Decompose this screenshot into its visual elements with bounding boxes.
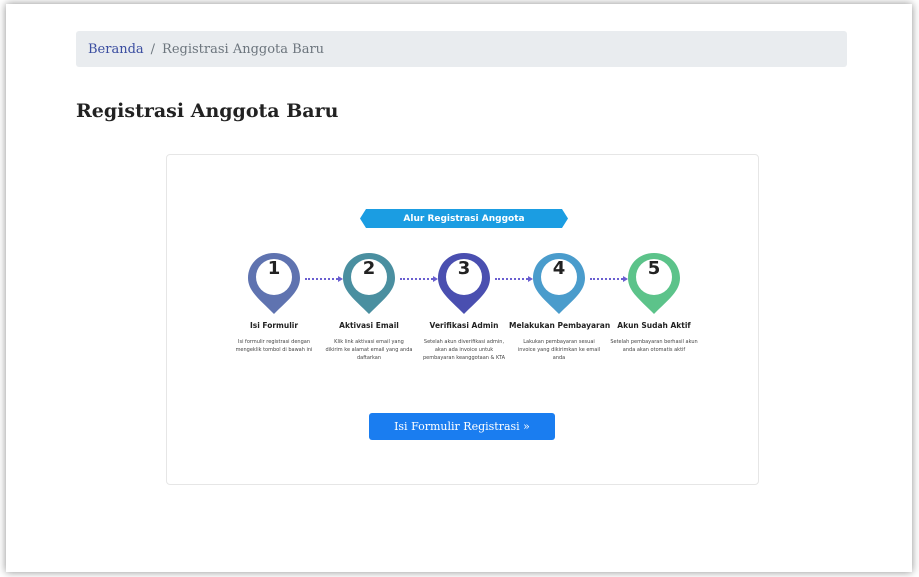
flow-step-5: 5 Akun Sudah Aktif Setelah pembayaran be… (604, 250, 704, 354)
breadcrumb-home-link[interactable]: Beranda (88, 42, 144, 57)
flow-banner: Alur Registrasi Anggota (360, 209, 568, 228)
step-description: Isi formulir registrasi dengan mengeklik… (235, 339, 313, 353)
step-description: Setelah akun diverifikasi admin, akan ad… (422, 339, 505, 361)
step-title: Akun Sudah Aktif (617, 321, 691, 330)
step-description: Lakukan pembayaran sesuai invoice yang d… (517, 339, 601, 361)
step-number: 2 (362, 258, 376, 279)
step-number: 5 (647, 258, 661, 279)
flow-step-3: 3 Verifikasi Admin Setelah akun diverifi… (414, 250, 514, 362)
step-number: 4 (552, 258, 566, 279)
flow-connector-arrow-icon (400, 276, 438, 282)
step-title: Aktivasi Email (339, 321, 399, 330)
map-pin-icon: 3 (435, 250, 493, 316)
step-number: 3 (457, 258, 471, 279)
flow-step-2: 2 Aktivasi Email Klik link aktivasi emai… (319, 250, 419, 362)
fill-registration-form-button[interactable]: Isi Formulir Registrasi » (369, 413, 555, 440)
step-title: Melakukan Pembayaran (509, 321, 611, 330)
map-pin-icon: 5 (625, 250, 683, 316)
map-pin-icon: 2 (340, 250, 398, 316)
flow-connector-arrow-icon (305, 276, 343, 282)
step-number: 1 (267, 258, 281, 279)
flow-step-4: 4 Melakukan Pembayaran Lakukan pembayara… (509, 250, 611, 362)
step-description: Klik link aktivasi email yang dikirim ke… (325, 339, 413, 361)
breadcrumb-current: Registrasi Anggota Baru (162, 41, 325, 57)
flow-connector-arrow-icon (495, 276, 533, 282)
step-title: Isi Formulir (249, 321, 299, 330)
flow-connector-arrow-icon (590, 276, 628, 282)
page-title: Registrasi Anggota Baru (76, 100, 339, 122)
step-title: Verifikasi Admin (429, 321, 499, 330)
step-description: Setelah pembayaran berhasil akun anda ak… (610, 339, 698, 353)
map-pin-icon: 4 (530, 250, 588, 316)
map-pin-icon: 1 (245, 250, 303, 316)
breadcrumb: Beranda / Registrasi Anggota Baru (76, 31, 847, 67)
breadcrumb-separator: / (150, 41, 156, 57)
flow-step-1: 1 Isi Formulir Isi formulir registrasi d… (224, 250, 324, 354)
